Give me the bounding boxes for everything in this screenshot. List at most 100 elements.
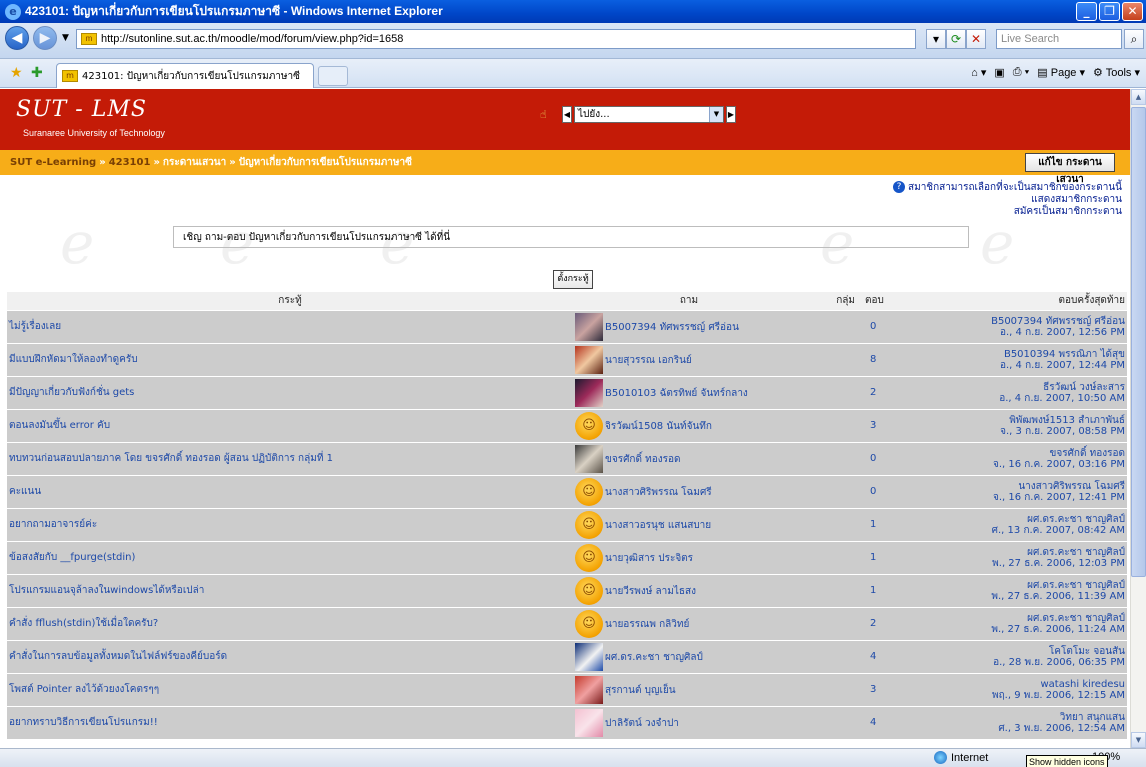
user-photo-avatar[interactable] [575,345,603,374]
topic-title[interactable]: มีปัญญาเกี่ยวกับฟังก์ชั่น gets [9,387,134,398]
last-post-author[interactable]: B5007394 ทัศพรรชญ์ ศรีอ่อน [925,316,1125,327]
back-button[interactable]: ◀ [5,26,29,50]
topic-link[interactable]: ตอนลงมันขึ้น error คับ [7,408,573,442]
last-post-author[interactable]: โคโตโมะ จอนสัน [925,646,1125,657]
starter-link[interactable]: นายวีรพงษ์ ลามไธสง [605,586,696,597]
last-post-date[interactable]: จ., 16 ก.ค. 2007, 12:41 PM [925,492,1125,503]
favorites-star-icon[interactable]: ★ [10,65,23,81]
starter-link[interactable]: B5007394 ทัศพรรชญ์ ศรีอ่อน [605,322,739,333]
starter-link[interactable]: ผศ.ดร.คะชา ชาญศิลป์ [605,652,703,663]
topic-link[interactable]: อยากถามอาจารย์ค่ะ [7,507,573,541]
page-menu[interactable]: ▤ Page ▾ [1037,66,1085,79]
edit-forum-button[interactable]: แก้ไข กระดานเสวนา [1025,153,1115,185]
last-post-date[interactable]: จ., 3 ก.ย. 2007, 08:58 PM [925,426,1125,437]
replies-count[interactable]: 0 [870,321,876,332]
tools-menu[interactable]: ⚙ Tools ▾ [1093,66,1140,79]
last-post-author[interactable]: พิพัฒพงษ์1513 สำเภาพันธ์ [925,415,1125,426]
breadcrumb-home[interactable]: SUT e-Learning [10,157,96,168]
close-button[interactable]: ✕ [1122,2,1143,21]
jump-next-button[interactable]: ▶ [726,106,736,123]
last-post-date[interactable]: อ., 4 ก.ย. 2007, 12:56 PM [925,327,1125,338]
topic-title[interactable]: ไม่รู้เรื่องเลย [9,321,61,332]
topic-link[interactable]: โปรแกรมแอนจุล้าลงในwindowsได้หรือเปล่า [7,573,573,607]
topic-link[interactable]: ข้อสงสัยกับ __fpurge(stdin) [7,540,573,574]
smiley-avatar-icon[interactable]: ☺ [575,543,603,572]
topic-link[interactable]: ไม่รู้เรื่องเลย [7,309,573,343]
smiley-avatar-icon[interactable]: ☺ [575,477,603,506]
forward-button[interactable]: ▶ [33,26,57,50]
replies-count[interactable]: 4 [870,651,876,662]
topic-link[interactable]: คำสั่ง fflush(stdin)ใช้เมื่อใดครับ? [7,606,573,640]
last-post-author[interactable]: watashi kiredesu [925,679,1125,690]
replies-count[interactable]: 0 [870,453,876,464]
last-post-date[interactable]: อ., 4 ก.ย. 2007, 12:44 PM [925,360,1125,371]
topic-title[interactable]: คำสั่งในการลบข้อมูลทั้งหมดในไฟล์ฟร์ของคี… [9,651,227,662]
replies-count[interactable]: 3 [870,420,876,431]
refresh-icon[interactable]: ⟳ [946,29,966,49]
replies-count[interactable]: 1 [870,552,876,563]
topic-link[interactable]: อยากทราบวิธีการเขียนโปรแกรม!! [7,705,573,739]
new-topic-button[interactable]: ตั้งกระทู้ [553,270,593,289]
last-post-date[interactable]: อ., 28 พ.ย. 2006, 06:35 PM [925,657,1125,668]
last-post-author[interactable]: ผศ.ดร.คะชา ชาญศิลป์ [925,580,1125,591]
site-logo[interactable]: SUT - LMS [16,97,147,122]
last-post-author[interactable]: ผศ.ดร.คะชา ชาญศิลป์ [925,514,1125,525]
replies-count[interactable]: 8 [870,354,876,365]
starter-link[interactable]: ปาลิรัตน์ วงจำปา [605,718,679,729]
user-photo-avatar[interactable] [575,444,603,473]
starter-link[interactable]: จิรวัฒน์1508 นันท์จันทึก [605,421,712,432]
starter-link[interactable]: ขจรศักดิ์ ทองรอด [605,454,681,465]
stop-icon[interactable]: ✕ [966,29,986,49]
topic-title[interactable]: อยากถามอาจารย์ค่ะ [9,519,97,530]
replies-count[interactable]: 2 [870,387,876,398]
tab-forum[interactable]: m 423101: ปัญหาเกี่ยวกับการเขียนโปรแกรมภ… [56,63,314,88]
last-post-author[interactable]: ผศ.ดร.คะชา ชาญศิลป์ [925,613,1125,624]
last-post-author[interactable]: ขจรศักดิ์ ทองรอด [925,448,1126,459]
scroll-thumb[interactable] [1131,107,1146,577]
topic-link[interactable]: มีแบบฝึกหัดมาให้ลองทำดูครับ [7,342,573,376]
user-photo-avatar[interactable] [575,675,603,704]
new-tab-button[interactable] [318,66,348,86]
starter-link[interactable]: นางสาวศิริพรรณ โฉมศรี [605,487,712,498]
last-post-date[interactable]: พ., 27 ธ.ค. 2006, 12:03 PM [925,558,1125,569]
jump-prev-button[interactable]: ◀ [562,106,572,123]
topic-link[interactable]: คะแนน [7,474,573,508]
subscribe-link[interactable]: สมัครเป็นสมาชิกกระดาน [893,206,1122,218]
starter-link[interactable]: นายอรรณพ กลิวิทย์ [605,619,689,630]
user-photo-avatar[interactable] [575,708,603,737]
topic-link[interactable]: คำสั่งในการลบข้อมูลทั้งหมดในไฟล์ฟร์ของคี… [7,639,573,673]
starter-link[interactable]: สุรกานต์ บุญเย็น [605,685,676,696]
live-search-input[interactable]: Live Search [996,29,1122,49]
print-icon[interactable]: ⎙ ▾ [1013,66,1029,79]
last-post-author[interactable]: วิทยา สนุกแสน [925,712,1125,723]
user-photo-avatar[interactable] [575,378,603,407]
minimize-button[interactable]: _ [1076,2,1097,21]
starter-link[interactable]: B5010103 ฉัตรทิพย์ จันทร์กลาง [605,388,748,399]
replies-count[interactable]: 4 [870,717,876,728]
topic-title[interactable]: คะแนน [9,486,41,497]
starter-link[interactable]: นายวุฒิสาร ประจิตร [605,553,693,564]
user-photo-avatar[interactable] [575,642,603,671]
starter-link[interactable]: นายสุวรรณ เอกรินย์ [605,355,692,366]
starter-link[interactable]: นางสาวอรนุช แสนสบาย [605,520,711,531]
history-dropdown-icon[interactable]: ▼ [62,33,69,43]
user-photo-avatar[interactable] [575,312,603,341]
smiley-avatar-icon[interactable]: ☺ [575,609,603,638]
replies-count[interactable]: 1 [870,585,876,596]
topic-title[interactable]: โพสต์ Pointer ลงไว้ด้วยงงโคตรๆๆ [9,684,159,695]
replies-count[interactable]: 0 [870,486,876,497]
topic-title[interactable]: อยากทราบวิธีการเขียนโปรแกรม!! [9,717,158,728]
last-post-date[interactable]: พ., 27 ธ.ค. 2006, 11:39 AM [925,591,1125,602]
last-post-author[interactable]: B5010394 พรรณิภา ได้สุข [925,349,1125,360]
last-post-date[interactable]: จ., 16 ก.ค. 2007, 03:16 PM [925,459,1125,470]
smiley-avatar-icon[interactable]: ☺ [575,576,603,605]
last-post-date[interactable]: พ., 27 ธ.ค. 2006, 11:24 AM [925,624,1125,635]
home-icon[interactable]: ⌂ ▾ [971,66,986,79]
replies-count[interactable]: 3 [870,684,876,695]
last-post-date[interactable]: พฤ., 9 พ.ย. 2006, 12:15 AM [925,690,1125,701]
address-input[interactable]: m http://sutonline.sut.ac.th/moodle/mod/… [76,29,916,49]
topic-link[interactable]: ทบทวนก่อนสอบปลายภาค โดย ขจรศักดิ์ ทองรอด… [7,441,573,475]
address-dropdown-button[interactable]: ▾ [926,29,946,49]
smiley-avatar-icon[interactable]: ☺ [575,510,603,539]
last-post-date[interactable]: ศ., 13 ก.ค. 2007, 08:42 AM [925,525,1125,536]
